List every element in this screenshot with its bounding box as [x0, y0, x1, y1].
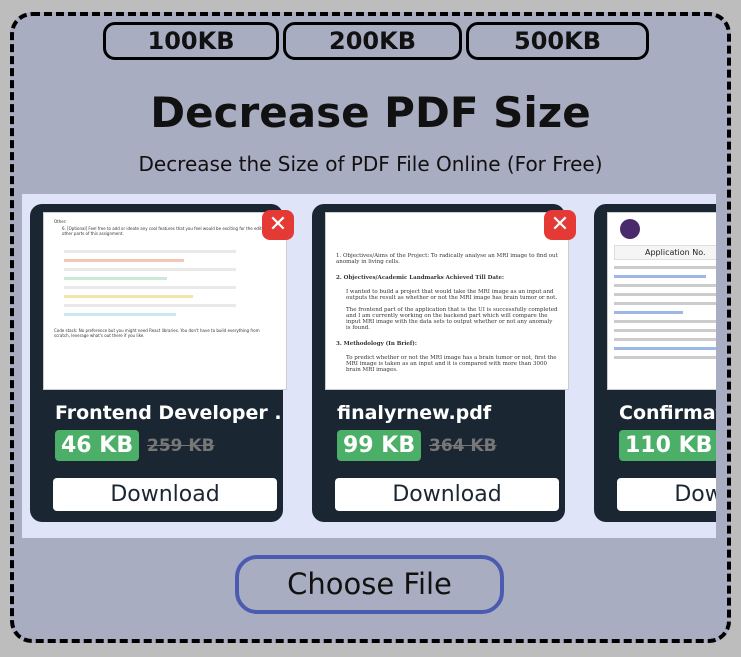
remove-file-button[interactable]: ✕: [262, 210, 294, 240]
download-button[interactable]: Download: [335, 478, 559, 511]
original-size: 259 KB: [147, 436, 215, 456]
compressed-size-badge: 110 KB: [619, 430, 716, 461]
file-name: Frontend Developer ...: [55, 402, 281, 424]
pdf-preview: 1. Objectives/Aims of the Project: To ra…: [325, 212, 569, 390]
page-title: Decrease PDF Size: [150, 88, 591, 137]
preview-text: 2. Objectives/Academic Landmarks Achieve…: [336, 275, 504, 281]
file-card: 1. Objectives/Aims of the Project: To ra…: [312, 204, 576, 522]
preview-text: 1. Objectives/Aims of the Project: To ra…: [336, 253, 558, 265]
preview-text: 3. Methodology (In Brief):: [336, 341, 417, 347]
compressed-size-badge: 99 KB: [337, 430, 422, 461]
original-size: 364 KB: [429, 436, 497, 456]
file-carousel[interactable]: Other: 6. [Optional] Feel free to add or…: [22, 194, 716, 538]
preview-text: 6. [Optional] Feel free to add or ideate…: [62, 226, 272, 236]
download-button[interactable]: Download: [617, 478, 716, 511]
size-200kb-button[interactable]: 200KB: [283, 22, 462, 60]
file-name: finalyrnew.pdf: [337, 402, 492, 424]
file-card: Application No. Confirmation 110 KB Down…: [594, 204, 716, 522]
preview-text: Code stack: No preference but you might …: [54, 328, 260, 338]
file-card: Other: 6. [Optional] Feel free to add or…: [30, 204, 294, 522]
pdf-preview: Other: 6. [Optional] Feel free to add or…: [43, 212, 287, 390]
size-500kb-button[interactable]: 500KB: [466, 22, 649, 60]
preview-text: The frontend part of the application tha…: [346, 307, 558, 331]
remove-file-button[interactable]: ✕: [544, 210, 576, 240]
compressed-size-badge: 46 KB: [55, 430, 140, 461]
preview-text: I wanted to build a project that would t…: [346, 289, 558, 301]
pdf-preview: Application No.: [607, 212, 716, 390]
size-100kb-button[interactable]: 100KB: [103, 22, 279, 60]
preview-text: To predict whether or not the MRI image …: [346, 355, 557, 373]
choose-file-button[interactable]: Choose File: [235, 555, 504, 614]
seal-icon: [620, 219, 640, 239]
download-button[interactable]: Download: [53, 478, 277, 511]
preview-text: Other:: [54, 219, 67, 224]
file-name: Confirmation: [619, 402, 716, 424]
page-subtitle: Decrease the Size of PDF File Online (Fo…: [138, 152, 603, 176]
preview-text: Application No.: [614, 245, 716, 260]
